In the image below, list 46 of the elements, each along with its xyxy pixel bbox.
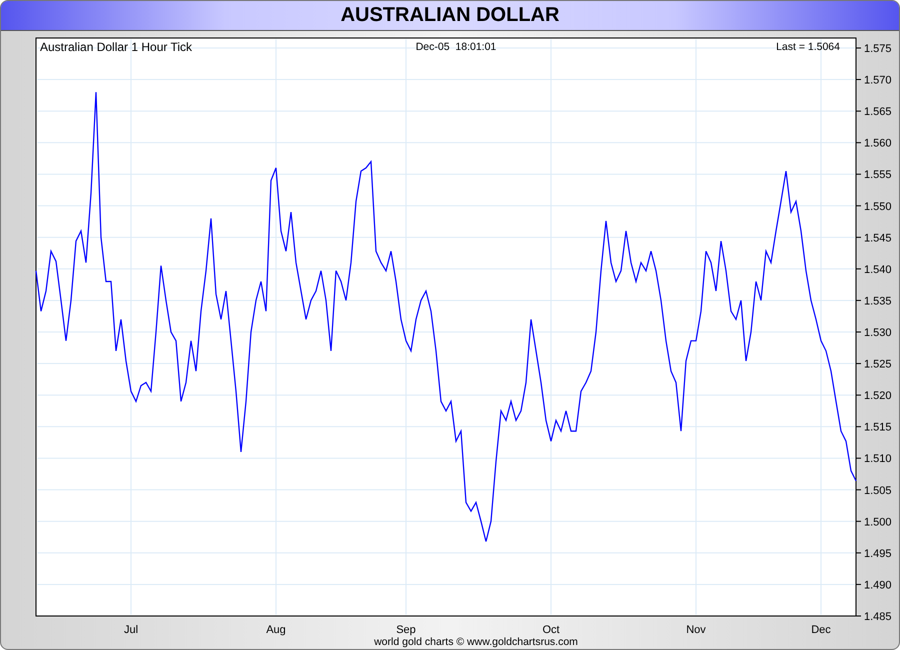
y-axis-label: 1.490: [864, 579, 892, 592]
y-axis-label: 1.565: [864, 106, 892, 118]
x-axis-label: Aug: [266, 624, 286, 636]
x-axis-label: Sep: [396, 624, 416, 636]
y-axis-label: 1.515: [864, 422, 892, 434]
axis-tick: [856, 236, 862, 238]
axis-tick: [856, 142, 862, 144]
chart-title: Australian Dollar 1 Hour Tick: [40, 40, 192, 54]
y-axis-label: 1.505: [864, 484, 892, 497]
x-axis-label: Dec: [811, 624, 831, 636]
axis-tick: [856, 489, 862, 490]
axis-tick: [856, 174, 862, 175]
y-axis-label: 1.525: [864, 358, 892, 371]
timestamp: Dec-05 18:01:01: [416, 41, 496, 53]
x-axis-label: Oct: [542, 624, 560, 636]
x-axis-label: Nov: [686, 624, 706, 636]
axis-tick: [856, 300, 862, 301]
axis-tick: [856, 268, 862, 270]
axis-tick: [856, 426, 862, 428]
y-axis-label: 1.570: [864, 74, 892, 87]
y-axis-label: 1.535: [864, 295, 892, 308]
y-axis-label: 1.495: [864, 548, 892, 560]
y-axis-label: 1.510: [864, 453, 892, 466]
axis-tick: [856, 458, 862, 459]
y-axis-label: 1.550: [864, 200, 892, 213]
x-axis-label: Jul: [124, 624, 138, 636]
axis-tick: [856, 552, 862, 554]
y-axis-label: 1.530: [864, 327, 892, 339]
y-axis-label: 1.485: [864, 611, 892, 623]
axis-tick: [856, 110, 862, 112]
y-axis-label: 1.545: [864, 232, 892, 244]
axis-tick: [856, 205, 862, 206]
axis-tick: [856, 394, 862, 396]
axis-tick: [856, 363, 862, 364]
axis-tick: [856, 520, 862, 522]
window-title: AUSTRALIAN DOLLAR: [340, 4, 560, 27]
y-axis-label: 1.520: [864, 390, 892, 402]
y-axis-label: 1.540: [864, 264, 892, 276]
y-axis-label: 1.555: [864, 169, 892, 182]
y-axis-label: 1.500: [864, 516, 892, 528]
last-price: Last = 1.5064: [776, 41, 840, 53]
axis-tick: [856, 584, 862, 585]
axis-tick: [856, 79, 862, 80]
footer-credit: world gold charts © www.goldchartsrus.com: [374, 636, 578, 648]
y-axis-label: 1.575: [864, 43, 892, 55]
y-axis-label: 1.560: [864, 138, 892, 150]
